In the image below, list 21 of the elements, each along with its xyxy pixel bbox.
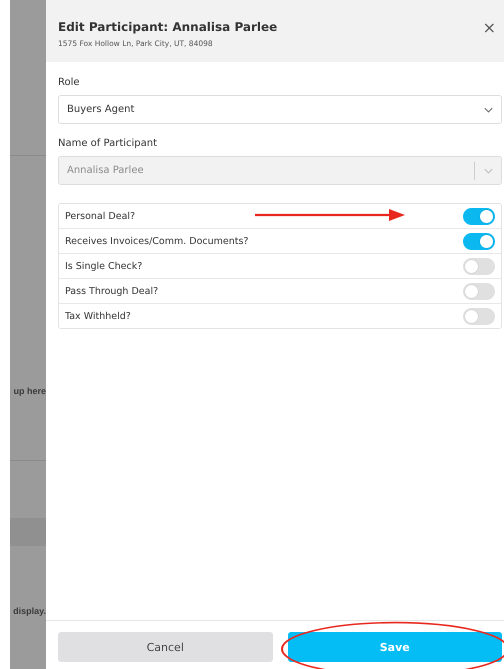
dialog-title: Edit Participant: Annalisa Parlee bbox=[58, 20, 278, 34]
toggle-switch[interactable] bbox=[463, 258, 495, 274]
close-button[interactable]: × bbox=[482, 18, 496, 37]
toggle-label: Pass Through Deal? bbox=[65, 286, 158, 296]
toggle-switch[interactable] bbox=[463, 208, 495, 224]
toggle-label: Receives Invoices/Comm. Documents? bbox=[65, 236, 248, 246]
toggle-label: Personal Deal? bbox=[65, 210, 136, 222]
cancel-button[interactable]: Cancel bbox=[58, 632, 272, 662]
background-text: up here bbox=[12, 385, 46, 398]
chevron-down-icon bbox=[484, 106, 493, 112]
field-label: Name of Participant bbox=[58, 138, 158, 149]
toggle-label: Is Single Check? bbox=[65, 260, 142, 272]
background-text: display. bbox=[12, 605, 46, 618]
select-field[interactable]: Buyers Agent bbox=[58, 95, 502, 124]
select-field: Annalisa Parlee bbox=[58, 156, 502, 185]
field-label: Role bbox=[58, 77, 81, 88]
toggle-switch[interactable] bbox=[463, 308, 495, 324]
chevron-down-icon bbox=[484, 168, 493, 174]
toggle-switch[interactable] bbox=[463, 232, 495, 250]
toggle-switch[interactable] bbox=[463, 282, 495, 300]
toggle-label: Tax Withheld? bbox=[65, 310, 131, 322]
